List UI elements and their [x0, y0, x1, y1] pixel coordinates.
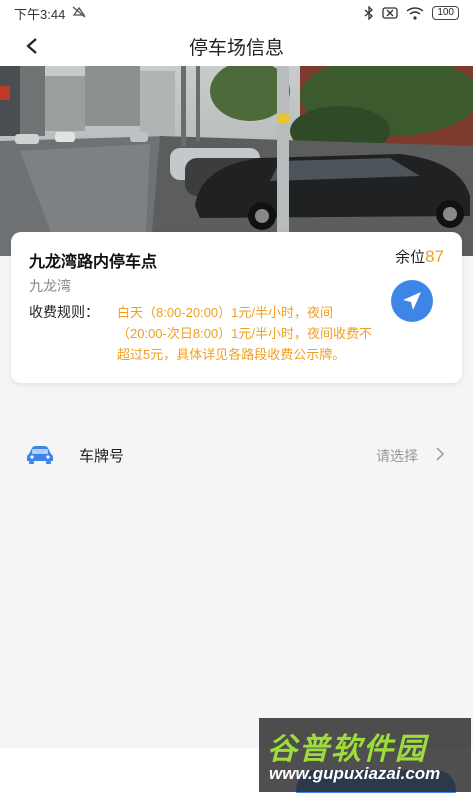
app-header: 停车场信息 — [0, 26, 473, 66]
bluetooth-icon — [364, 6, 374, 20]
navigate-arrow-icon — [403, 292, 421, 310]
page-title: 停车场信息 — [188, 37, 284, 59]
status-icons: 100 — [364, 6, 459, 20]
sim-icon — [382, 7, 398, 19]
parking-lot-name: 九龙湾路内停车点 — [29, 254, 158, 271]
vacancy-label: 余位 — [395, 249, 426, 266]
vacancy-indicator: 余位87 — [395, 246, 444, 267]
watermark: 谷普软件园 www.gupuxiazai.com — [259, 718, 471, 792]
watermark-url: www.gupuxiazai.com — [269, 764, 441, 783]
mute-icon — [71, 6, 87, 21]
back-arrow-icon — [26, 38, 37, 54]
battery-icon: 100 — [432, 6, 459, 20]
plate-value: 请选择 — [376, 448, 418, 464]
wifi-icon — [406, 6, 424, 20]
plate-select-row[interactable]: 车牌号 请选择 — [0, 428, 473, 482]
chevron-right-icon — [435, 447, 445, 466]
fee-rule-text: 白天（8:00-20:00）1元/半小时，夜间（20:00-次日8:00）1元/… — [117, 305, 373, 362]
status-time: 下午3:44 — [14, 6, 66, 22]
car-icon — [26, 445, 54, 470]
plate-label: 车牌号 — [79, 448, 125, 465]
fee-rule-label: 收费规则： — [29, 304, 99, 320]
parking-area: 九龙湾 — [29, 278, 71, 294]
vacancy-count: 87 — [425, 247, 444, 266]
parking-info-card: 九龙湾路内停车点 余位87 九龙湾 收费规则： 白天（8:00-20:00）1元… — [11, 232, 462, 383]
navigate-button[interactable] — [391, 280, 433, 322]
status-bar: 下午3:44 100 — [0, 0, 473, 26]
back-button[interactable] — [18, 32, 46, 60]
watermark-title: 谷普软件园 — [267, 733, 427, 766]
parking-lot-photo — [0, 66, 473, 256]
